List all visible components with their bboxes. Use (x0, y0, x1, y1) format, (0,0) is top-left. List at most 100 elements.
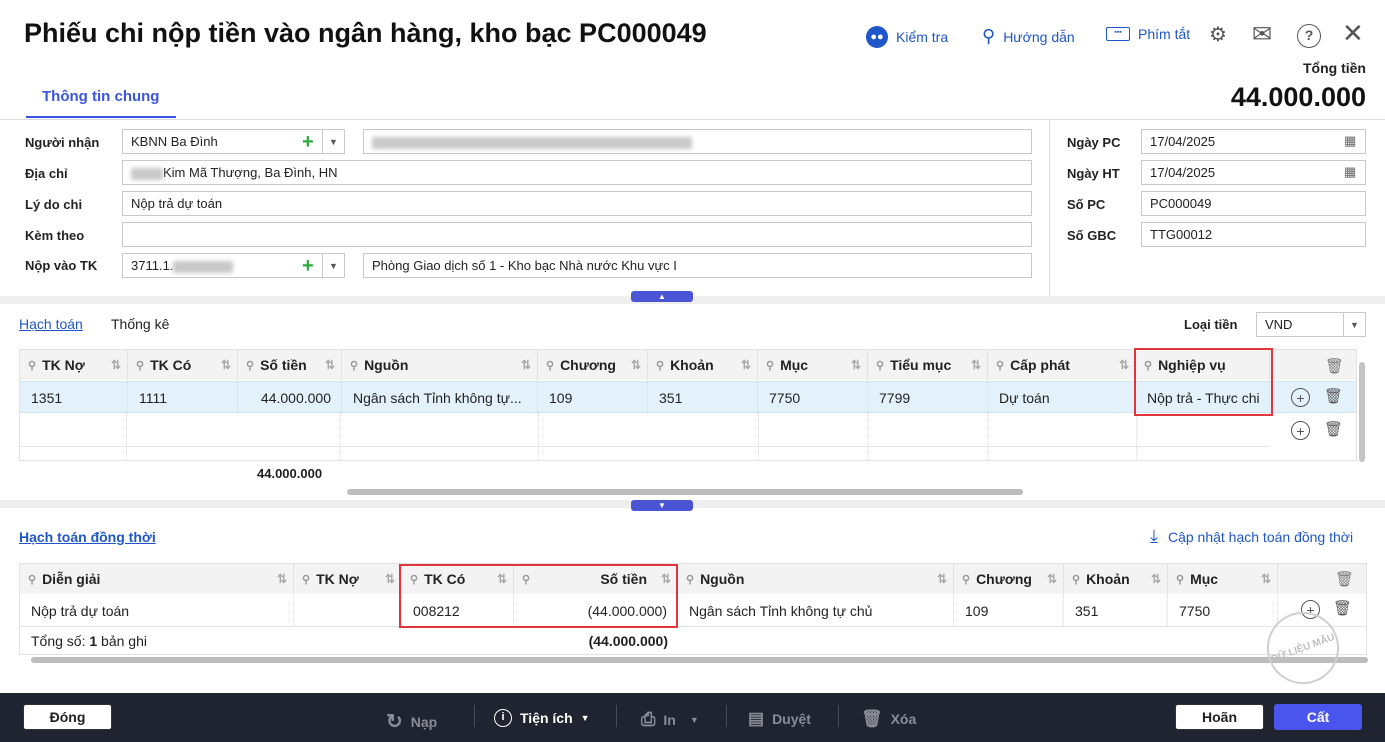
reason-field[interactable]: Nộp trả dự toán (122, 191, 1032, 216)
document-icon: ▤ (748, 709, 765, 728)
pin-icon: ⚲ (136, 359, 145, 372)
col-chuong[interactable]: ⚲ Chương ⇅ (954, 564, 1064, 594)
horizontal-scrollbar[interactable] (347, 489, 1023, 495)
col-tk-co[interactable]: ⚲ TK Có ⇅ (128, 350, 238, 380)
sort-icon: ⇅ (220, 358, 231, 372)
highlight-box (399, 564, 678, 628)
trash-icon[interactable]: 🗑 (1324, 420, 1343, 438)
address-field[interactable]: Kim Mã Thượng, Ba Đình, HN (122, 160, 1032, 185)
cancel-button[interactable]: Hoãn (1175, 704, 1264, 730)
chevron-down-icon[interactable]: ▼ (322, 254, 344, 277)
so-pc-field[interactable]: PC000049 (1141, 191, 1366, 216)
so-gbc-label: Số GBC (1067, 228, 1117, 243)
printer-icon: ⎙ (641, 709, 656, 729)
tab-general[interactable]: Thông tin chung (26, 88, 176, 118)
trash-icon[interactable]: 🗑 (1333, 599, 1352, 617)
currency-label: Loại tiền (1184, 317, 1238, 332)
date-ht-field[interactable]: 17/04/2025 (1141, 160, 1366, 185)
col-dien-giai[interactable]: ⚲ Diễn giải ⇅ (20, 564, 294, 594)
date-pc-field[interactable]: 17/04/2025 (1141, 129, 1366, 154)
download-icon: ⤓ (1150, 526, 1158, 546)
record-summary: Tổng số: 1 bản ghi (31, 633, 147, 649)
page-title: Phiếu chi nộp tiền vào ngân hàng, kho bạ… (24, 18, 707, 48)
address-label: Địa chỉ (25, 166, 68, 181)
expand-down-icon[interactable]: ▼ (631, 500, 693, 511)
recipient-name-field[interactable] (363, 129, 1032, 154)
pin-icon: ⚲ (546, 359, 555, 372)
update-simultaneous-button[interactable]: ⤓ Cập nhật hạch toán đồng thời (1150, 526, 1353, 547)
calendar-icon[interactable]: ▦ (1344, 133, 1356, 149)
vertical-scrollbar[interactable] (1359, 362, 1365, 462)
col-muc[interactable]: ⚲ Mục ⇅ (1168, 564, 1278, 594)
col-tieu-muc[interactable]: ⚲ Tiểu mục ⇅ (868, 350, 988, 380)
so-gbc-field[interactable]: TTG00012 (1141, 222, 1366, 247)
trash-icon[interactable]: 🗑 (1324, 387, 1343, 405)
col-khoan[interactable]: ⚲ Khoản ⇅ (648, 350, 758, 380)
col-tk-no[interactable]: ⚲ TK Nợ ⇅ (20, 350, 128, 380)
account-name-field[interactable]: Phòng Giao dịch số 1 - Kho bạc Nhà nước … (363, 253, 1032, 278)
print-button[interactable]: ⎙ In ▼ (641, 709, 699, 730)
col-so-tien[interactable]: ⚲ Số tiền ⇅ (238, 350, 342, 380)
attach-field[interactable] (122, 222, 1032, 247)
attach-label: Kèm theo (25, 228, 85, 243)
reason-label: Lý do chi (25, 197, 83, 212)
chevron-down-icon: ▼ (580, 713, 590, 723)
col-chuong[interactable]: ⚲ Chương ⇅ (538, 350, 648, 380)
date-ht-label: Ngày HT (1067, 166, 1120, 181)
chevron-down-icon: ▼ (689, 714, 699, 725)
delete-all-icon[interactable]: 🗑 (1335, 570, 1354, 588)
sort-icon: ⇅ (1118, 358, 1129, 372)
guide-icon: ⚲ (982, 26, 996, 46)
simultaneous-title[interactable]: Hạch toán đồng thời (19, 529, 156, 545)
so-pc-label: Số PC (1067, 197, 1106, 212)
col-muc[interactable]: ⚲ Mục ⇅ (758, 350, 868, 380)
add-row-icon[interactable]: + (1291, 421, 1310, 440)
accounting-total: 44.000.000 (257, 466, 323, 481)
close-button[interactable]: Đóng (23, 704, 112, 730)
add-recipient-icon[interactable]: + (302, 132, 314, 152)
utility-button[interactable]: i Tiện ích ▼ (494, 709, 590, 727)
chevron-down-icon[interactable]: ▼ (1343, 313, 1365, 336)
add-row-icon[interactable]: + (1291, 388, 1310, 407)
check-button[interactable]: ●● Kiểm tra (866, 26, 948, 48)
save-button[interactable]: Cất (1274, 704, 1362, 730)
pin-icon: ⚲ (28, 359, 37, 372)
mail-icon[interactable]: ✉ (1252, 20, 1272, 49)
total-label: Tổng tiền (1303, 60, 1366, 76)
pin-icon: ⚲ (766, 359, 775, 372)
close-icon[interactable]: ✕ (1342, 18, 1364, 49)
add-account-icon[interactable]: + (302, 256, 314, 276)
collapse-up-icon[interactable]: ▲ (631, 291, 693, 302)
empty-row[interactable] (20, 414, 1270, 447)
sort-icon: ⇅ (970, 358, 981, 372)
trash-icon: 🗑 (861, 709, 883, 728)
load-button[interactable]: ↻ Nạp (386, 709, 437, 734)
calendar-icon[interactable]: ▦ (1344, 164, 1356, 180)
chevron-down-icon[interactable]: ▼ (322, 130, 344, 153)
tab-stats[interactable]: Thống kê (111, 316, 169, 332)
col-nguon[interactable]: ⚲ Nguồn ⇅ (678, 564, 954, 594)
pin-icon: ⚲ (246, 359, 255, 372)
horizontal-scrollbar[interactable] (31, 657, 1368, 663)
guide-button[interactable]: ⚲ Hướng dẫn (982, 26, 1075, 47)
help-icon[interactable]: ? (1297, 24, 1321, 48)
simultaneous-total: (44.000.000) (588, 633, 668, 649)
table-row[interactable]: Nộp trả dự toán 008212 (44.000.000) Ngân… (20, 595, 1366, 627)
tab-accounting[interactable]: Hạch toán (19, 316, 83, 332)
col-cap-phat[interactable]: ⚲ Cấp phát ⇅ (988, 350, 1136, 380)
col-khoan[interactable]: ⚲ Khoản ⇅ (1064, 564, 1168, 594)
sort-icon: ⇅ (850, 358, 861, 372)
delete-button[interactable]: 🗑 Xóa (861, 709, 916, 729)
approve-button[interactable]: ▤ Duyệt (748, 709, 811, 729)
gear-icon[interactable]: ⚙ (1209, 22, 1227, 47)
refresh-icon: ↻ (386, 711, 403, 733)
delete-all-icon[interactable]: 🗑 (1325, 357, 1344, 375)
pin-icon: ⚲ (350, 359, 359, 372)
highlight-box (1134, 348, 1273, 416)
col-nguon[interactable]: ⚲ Nguồn ⇅ (342, 350, 538, 380)
keyboard-icon: ▪▪▪ (1106, 27, 1130, 41)
account-label: Nộp vào TK (25, 258, 98, 273)
shortcut-button[interactable]: ▪▪▪ Phím tắt (1106, 26, 1190, 42)
header-divider (0, 119, 1385, 120)
col-tk-no[interactable]: ⚲ TK Nợ ⇅ (294, 564, 402, 594)
